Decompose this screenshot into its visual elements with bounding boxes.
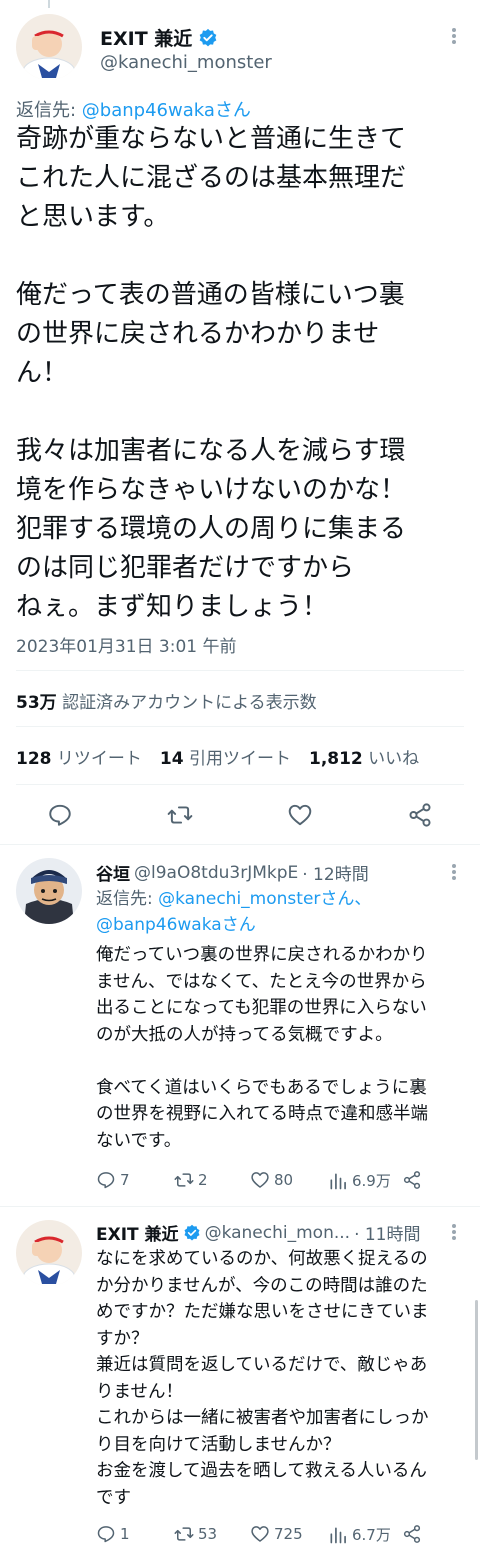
reply-button[interactable]: 7 bbox=[96, 1170, 130, 1190]
handle[interactable]: @kanechi_mon... bbox=[205, 1223, 351, 1243]
tweet-timestamp[interactable]: 2023年01月31日 3:01 午前 bbox=[16, 632, 237, 657]
retweet-count: 53 bbox=[198, 1525, 218, 1543]
reply-prefix: 返信先: bbox=[16, 100, 82, 121]
reply-count: 7 bbox=[120, 1171, 130, 1189]
views-button[interactable]: 6.7万 bbox=[328, 1524, 391, 1545]
avatar[interactable] bbox=[16, 14, 82, 80]
like-icon bbox=[251, 1172, 269, 1188]
analytics-icon bbox=[330, 1527, 346, 1543]
share-icon bbox=[403, 1171, 421, 1189]
retweet-icon bbox=[174, 1173, 194, 1187]
main-tweet-header: EXIT 兼近 @kanechi_monster bbox=[16, 12, 464, 84]
display-name[interactable]: 谷垣 bbox=[96, 860, 130, 885]
retweet-button[interactable]: 53 bbox=[174, 1524, 217, 1544]
verified-badge-icon bbox=[184, 1224, 200, 1240]
tweet-text: なにを求めているのか、何故悪く捉えるの か分かりませんが、今のこの時間は誰のた … bbox=[96, 1249, 429, 1508]
views-count[interactable]: 53万 認証済みアカウントによる表示数 bbox=[16, 688, 317, 713]
reply-button[interactable]: 1 bbox=[96, 1524, 130, 1544]
verified-badge-icon bbox=[199, 28, 217, 46]
more-options-icon[interactable] bbox=[444, 1222, 464, 1242]
reply-icon bbox=[97, 1526, 115, 1543]
retweet-icon[interactable] bbox=[167, 802, 193, 828]
reply-to-line: 返信先: @banp46wakaさん bbox=[16, 96, 251, 122]
reply-icon[interactable] bbox=[47, 802, 73, 828]
avatar[interactable] bbox=[16, 858, 82, 924]
reply-count: 1 bbox=[120, 1525, 130, 1543]
divider bbox=[16, 670, 464, 671]
time-ago[interactable]: · 11時間 bbox=[354, 1220, 420, 1245]
tweet-text: 俺だっていつ裏の世界に戻されるかわかり ません、ではなくて、たとえ今の世界から … bbox=[96, 945, 428, 1151]
divider bbox=[16, 784, 464, 785]
reply-action-bar: 1 53 725 6.7万 bbox=[96, 1524, 436, 1554]
like-icon bbox=[251, 1526, 269, 1542]
reply-to-line: 返信先: @kanechi_monsterさん、 @banp46wakaさん bbox=[96, 886, 466, 938]
views-count: 6.7万 bbox=[352, 1526, 391, 1544]
thread-line bbox=[48, 0, 50, 8]
views-count: 6.9万 bbox=[352, 1172, 391, 1190]
quotes-stat[interactable]: 14 引用ツイート bbox=[160, 744, 291, 769]
like-button[interactable]: 725 bbox=[250, 1524, 303, 1544]
avatar[interactable] bbox=[16, 1220, 82, 1286]
handle[interactable]: @l9aO8tdu3rJMkpE bbox=[134, 863, 298, 883]
like-icon[interactable] bbox=[287, 802, 313, 828]
like-button[interactable]: 80 bbox=[250, 1170, 293, 1190]
reply-icon bbox=[97, 1172, 115, 1189]
main-action-bar bbox=[0, 796, 480, 836]
retweet-button[interactable]: 2 bbox=[174, 1170, 208, 1190]
share-button[interactable] bbox=[402, 1170, 422, 1190]
share-button[interactable] bbox=[402, 1524, 422, 1544]
reply-to-link[interactable]: @banp46wakaさん bbox=[82, 100, 251, 121]
time-ago[interactable]: · 12時間 bbox=[302, 860, 368, 885]
reply-prefix: 返信先: bbox=[96, 889, 159, 909]
views-label: 認証済みアカウントによる表示数 bbox=[56, 693, 317, 713]
handle[interactable]: @kanechi_monster bbox=[100, 52, 272, 73]
display-name[interactable]: EXIT 兼近 bbox=[96, 1220, 179, 1245]
more-options-icon[interactable] bbox=[444, 26, 464, 46]
retweets-stat[interactable]: 128 リツイート bbox=[16, 744, 142, 769]
share-icon bbox=[403, 1525, 421, 1543]
retweet-icon bbox=[174, 1527, 194, 1541]
share-icon[interactable] bbox=[407, 802, 433, 828]
scrollbar[interactable] bbox=[475, 1300, 478, 1460]
retweet-count: 2 bbox=[198, 1171, 208, 1189]
likes-stat[interactable]: 1,812 いいね bbox=[309, 744, 419, 769]
like-count: 725 bbox=[274, 1525, 303, 1543]
analytics-icon bbox=[330, 1173, 346, 1189]
views-button[interactable]: 6.9万 bbox=[328, 1170, 391, 1191]
like-count: 80 bbox=[274, 1171, 294, 1189]
divider bbox=[0, 1206, 480, 1207]
engagement-stats: 128 リツイート 14 引用ツイート 1,812 いいね bbox=[16, 744, 437, 769]
tweet-text: 奇跡が重ならないと普通に生きて これた人に混ざるのは基本無理だ と思います。 俺… bbox=[16, 124, 407, 622]
divider bbox=[16, 726, 464, 727]
views-number: 53万 bbox=[16, 693, 57, 713]
display-name[interactable]: EXIT 兼近 bbox=[100, 24, 192, 51]
reply-action-bar: 7 2 80 6.9万 bbox=[96, 1170, 436, 1200]
divider bbox=[0, 844, 480, 845]
more-options-icon[interactable] bbox=[444, 862, 464, 882]
